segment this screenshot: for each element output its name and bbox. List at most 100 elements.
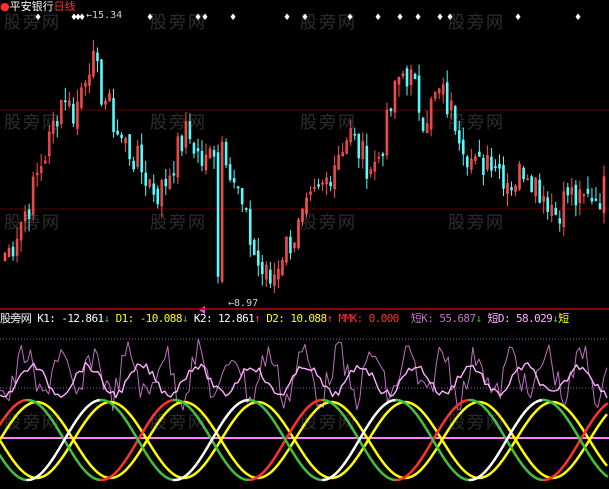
signal-marker-icon: ♦: [514, 13, 522, 23]
candle-body: [200, 151, 204, 166]
d2-label: D2:: [266, 312, 285, 325]
candle-body: [55, 120, 59, 127]
stock-name[interactable]: 平安银行: [10, 0, 54, 13]
mmk-value: 0.000: [368, 312, 400, 325]
candle-body: [530, 176, 533, 193]
signal-marker-icon: ♦: [301, 13, 309, 23]
candle-body: [566, 187, 570, 196]
candle-body: [329, 181, 332, 187]
candle-body: [457, 130, 461, 144]
candle-body: [554, 207, 558, 215]
signal-marker-icon: ♦: [436, 13, 444, 23]
candle-body: [289, 236, 292, 254]
d1-label: D1:: [115, 312, 135, 325]
candle-body: [112, 98, 115, 133]
period-label[interactable]: 日线: [54, 0, 76, 13]
signal-marker-icon: ♦: [283, 13, 291, 23]
candle-body: [248, 208, 252, 245]
signal-marker-icon: ♦: [146, 13, 154, 23]
candle-body: [64, 100, 67, 103]
candle-body: [482, 157, 485, 175]
candle-body: [120, 134, 123, 138]
candle-body: [405, 68, 409, 87]
candle-body: [116, 130, 119, 135]
candle-body: [538, 179, 541, 203]
signal-marker-icon: ♦: [446, 13, 454, 23]
candle-body: [228, 164, 232, 180]
signal-marker-icon: ♦: [414, 13, 422, 23]
low-price-label: ←8.97: [228, 298, 259, 309]
signal-marker-icon: ♦: [374, 13, 382, 23]
signal-marker-icon: ♦: [346, 13, 354, 23]
candle-body: [317, 184, 320, 187]
signal-marker-icon: ♦: [574, 13, 582, 23]
candle-body: [156, 188, 160, 205]
k2-label: K2:: [193, 312, 213, 325]
short-d-label: 短D:: [487, 312, 511, 325]
candle-body: [417, 75, 421, 113]
candle-body: [490, 156, 493, 171]
candle-body: [494, 166, 497, 169]
candle-body: [546, 197, 550, 212]
d1-value: -10.088: [139, 312, 183, 325]
candle-body: [11, 246, 15, 257]
signal-marker-icon: ♦: [201, 13, 209, 23]
candle-body: [522, 167, 525, 180]
candle-body: [586, 188, 590, 194]
candle-body: [212, 150, 216, 157]
indicator-header: 股旁网 K1: -12.861↓ D1: -10.088↓ K2: 12.861…: [0, 312, 569, 325]
candle-body: [453, 106, 457, 132]
down-arrow-icon: ↓: [103, 312, 111, 325]
candle-body: [132, 160, 135, 170]
signal-marker-icon: ♦: [78, 13, 86, 23]
chart-header: ●平安银行日线: [0, 0, 76, 14]
k1-value: -12.861: [61, 312, 104, 325]
candle-body: [27, 209, 31, 220]
candle-body: [413, 73, 417, 80]
candle-body: [389, 108, 393, 112]
short-d-value: 58.029: [516, 312, 553, 325]
candle-body: [216, 152, 220, 277]
short-k-value: 55.687: [439, 312, 476, 325]
down-arrow-icon: ↓: [475, 312, 482, 325]
candle-body: [96, 52, 99, 62]
d2-value: 10.088: [290, 312, 327, 325]
candle-body: [510, 187, 513, 191]
candle-body: [598, 203, 602, 209]
candle-body: [100, 59, 103, 105]
candle-body: [558, 218, 562, 224]
candle-body: [260, 262, 264, 275]
candle-body: [72, 103, 75, 124]
candle-body: [192, 142, 196, 154]
candle-body: [256, 250, 260, 266]
candle-body: [574, 184, 578, 206]
mmk-label: MMK:: [338, 312, 364, 325]
stock-toggle-icon[interactable]: ●: [0, 0, 10, 13]
candle-body: [152, 183, 156, 195]
k2-value: 12.861: [218, 312, 255, 325]
candle-body: [502, 164, 505, 189]
candle-body: [478, 151, 481, 157]
candle-body: [144, 172, 148, 186]
candle-body: [224, 142, 228, 166]
candle-body: [232, 178, 236, 183]
candle-body: [365, 145, 369, 179]
candle-body: [269, 269, 272, 284]
up-arrow-icon: ↑: [254, 312, 261, 325]
candle-body: [445, 82, 449, 115]
candle-body: [128, 134, 131, 160]
candle-body: [466, 156, 469, 168]
indicator-name[interactable]: 股旁网: [0, 312, 32, 325]
candle-body: [353, 133, 357, 136]
chart-canvas: ♦ ♦♦♦ ♦ ♦♦ ♦ ♦ ♦ ♦ ♦ ♦ ♦ ♦ ♦ ♦ ♦: [0, 0, 609, 489]
candle-body: [180, 135, 184, 152]
candle-body: [188, 121, 192, 140]
candle-body: [594, 198, 598, 201]
k1-label: K1:: [37, 312, 56, 325]
candle-body: [244, 208, 248, 210]
candle-body: [421, 117, 425, 131]
candle-body: [164, 178, 168, 187]
candle-body: [381, 153, 385, 157]
candle-body: [236, 186, 240, 189]
candle-body: [196, 148, 200, 152]
